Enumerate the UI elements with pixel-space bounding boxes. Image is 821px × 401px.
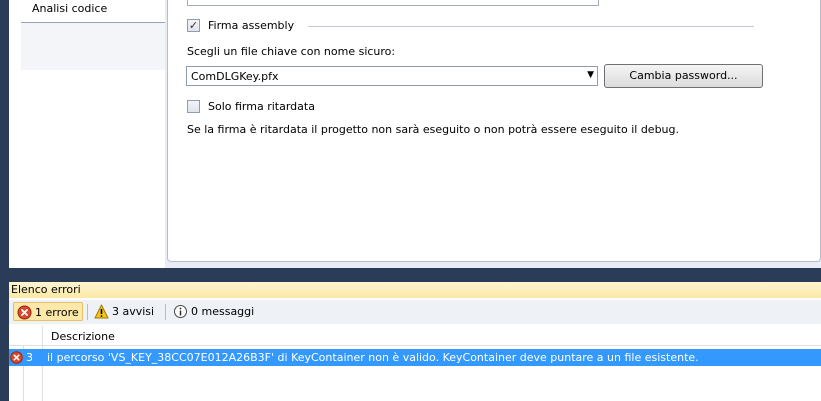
table-row[interactable]: 3 il percorso 'VS_KEY_38CC07E012A26B3F' … [9, 349, 821, 366]
error-description: il percorso 'VS_KEY_38CC07E012A26B3F' di… [47, 351, 699, 364]
key-file-value: ComDLGKey.pfx [191, 70, 279, 83]
change-password-button[interactable]: Cambia password... [604, 64, 763, 88]
sign-assembly-checkbox[interactable]: ✓ [187, 19, 200, 32]
delay-sign-checkbox[interactable] [187, 100, 200, 113]
column-divider [42, 326, 43, 346]
warning-icon [94, 304, 109, 319]
sidebar-tab-active-shape [21, 22, 165, 70]
column-header-description[interactable]: Descrizione [51, 330, 115, 343]
filter-warnings-button[interactable]: 3 avvisi [91, 302, 154, 321]
filter-warnings-label: 3 avvisi [112, 305, 155, 318]
sidebar-item-code-analysis[interactable]: Analisi codice [32, 2, 107, 15]
filter-errors-label: 1 errore [35, 306, 79, 319]
error-list-toolbar: 1 errore 3 avvisi 0 messaggi [9, 300, 821, 324]
chevron-down-icon[interactable]: ▼ [587, 70, 594, 80]
error-icon [10, 351, 23, 364]
key-file-combobox[interactable]: ComDLGKey.pfx ▼ [186, 66, 598, 86]
filter-messages-button[interactable]: 0 messaggi [170, 302, 254, 321]
info-icon [174, 305, 187, 318]
filter-errors-button[interactable]: 1 errore [13, 302, 83, 321]
error-list-header: Descrizione [9, 326, 821, 346]
delay-sign-label: Solo firma ritardata [208, 100, 315, 113]
delay-sign-info: Se la firma è ritardata il progetto non … [187, 123, 680, 136]
choose-key-label: Scegli un file chiave con nome sicuro: [187, 45, 396, 58]
project-properties-area: Analisi codice ✓ Firma assembly Scegli u… [9, 0, 821, 268]
filter-messages-label: 0 messaggi [191, 305, 255, 318]
toolbar-separator [165, 304, 166, 320]
sign-assembly-label: Firma assembly [208, 19, 295, 32]
signing-panel: ✓ Firma assembly Scegli un file chiave c… [167, 0, 821, 262]
toolbar-separator [87, 304, 88, 320]
error-number: 3 [26, 351, 33, 364]
previous-field [187, 0, 599, 6]
error-list-window: Elenco errori 1 errore 3 avvisi 0 messag… [9, 282, 821, 401]
sidebar-tabs: Analisi codice [9, 0, 165, 268]
error-icon [17, 305, 32, 320]
group-divider [308, 26, 754, 27]
error-list-title: Elenco errori [9, 282, 821, 298]
